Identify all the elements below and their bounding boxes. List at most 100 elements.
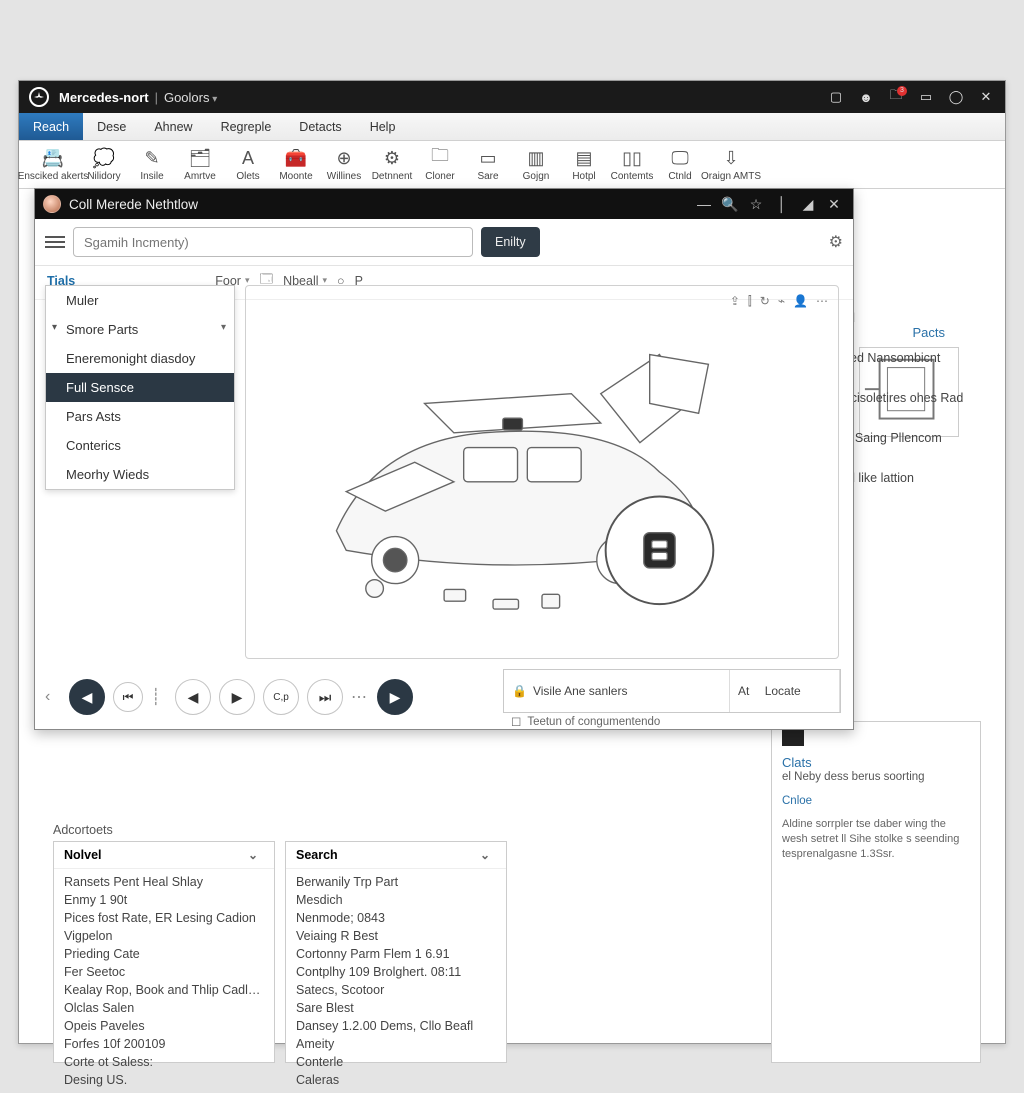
list-item[interactable]: Nenmode; 0843	[296, 909, 496, 927]
panel-link[interactable]: Cnloe	[772, 794, 980, 818]
step-back-button[interactable]: ◀	[175, 679, 211, 715]
list-item[interactable]: Desing US.	[64, 1071, 264, 1089]
loop-button[interactable]: C,p	[263, 679, 299, 715]
refresh-icon[interactable]: ↻	[760, 294, 770, 309]
tool-oraign[interactable]: ⇩Oraign AMTS	[705, 145, 757, 184]
tool-enscribed[interactable]: 📇Ensciked akerts	[27, 145, 79, 184]
skip-back-button[interactable]: ⏮	[113, 682, 143, 712]
bolt-icon[interactable]: ⌁	[778, 294, 785, 309]
locate-right[interactable]: At Locate	[730, 670, 840, 712]
inner-title-text: Coll Merede Nethtlow	[69, 197, 198, 212]
list-item[interactable]: Satecs, Scotoor	[296, 981, 496, 999]
list-item[interactable]: Fer Seetoc	[64, 963, 264, 981]
list-item[interactable]: Conterle	[296, 1053, 496, 1071]
side-menu-item[interactable]: Smore Parts	[46, 315, 234, 344]
tool-willines[interactable]: ⊕Willines	[321, 145, 367, 184]
close-icon[interactable]: ✕	[821, 191, 847, 217]
screen-icon[interactable]: ▢	[823, 84, 849, 110]
tool-contents[interactable]: ▯▯Contemts	[609, 145, 655, 184]
list-item[interactable]: Olclas Salen	[64, 999, 264, 1017]
list-item[interactable]: Cortonny Parm Flem 1 6.91	[296, 945, 496, 963]
diagram-canvas[interactable]: ⇪ ⫿ ↻ ⌁ 👤 ⋯	[245, 285, 839, 659]
settings-icon[interactable]: ⚙	[829, 232, 843, 252]
divider-icon: │	[769, 191, 795, 217]
prev-button[interactable]: ◀	[69, 679, 105, 715]
font-icon: A	[237, 147, 259, 169]
hamburger-icon[interactable]	[45, 236, 65, 248]
tool-nilidory[interactable]: 💭Nilidory	[81, 145, 127, 184]
folder-icon: 🗂	[189, 147, 211, 169]
list-item[interactable]: Caleras	[296, 1071, 496, 1089]
tool-detnnent[interactable]: ⚙Detnnent	[369, 145, 415, 184]
list-item[interactable]: Enmy 1 90t	[64, 891, 264, 909]
list-item[interactable]: Contplhy 109 Brolghert. 08:11	[296, 963, 496, 981]
tool-gojgn[interactable]: ▥Gojgn	[513, 145, 559, 184]
panel-body: Berwanily Trp PartMesdichNenmode; 0843Ve…	[286, 869, 506, 1093]
skip-fwd-button[interactable]: ⏭	[307, 679, 343, 715]
minimize-icon[interactable]: —	[691, 191, 717, 217]
tool-moonte[interactable]: 🧰Moonte	[273, 145, 319, 184]
tool-sare[interactable]: ▭Sare	[465, 145, 511, 184]
collapse-icon[interactable]: ⌄	[248, 848, 264, 862]
list-item[interactable]: Sare Blest	[296, 999, 496, 1017]
list-item[interactable]: Veiaing R Best	[296, 927, 496, 945]
menu-reach[interactable]: Reach	[19, 113, 83, 140]
list-item[interactable]: Ransets Pent Heal Shlay	[64, 873, 264, 891]
side-menu-item[interactable]: Muler	[46, 286, 234, 315]
inner-window: Coll Merede Nethtlow — 🔍 ☆ │ ◢ ✕ Enilty …	[34, 188, 854, 730]
more-icon[interactable]: ⋯	[351, 687, 369, 707]
maximize-icon[interactable]: ◯	[943, 84, 969, 110]
list-item[interactable]: Corte ot Saless:	[64, 1053, 264, 1071]
signal-icon[interactable]: ◢	[795, 191, 821, 217]
tool-hotpl[interactable]: ▤Hotpl	[561, 145, 607, 184]
list-item[interactable]: Ameity	[296, 1035, 496, 1053]
tool-ctnld[interactable]: 🖵Ctnld	[657, 145, 703, 184]
list-item[interactable]: Berwanily Trp Part	[296, 873, 496, 891]
side-menu-item[interactable]: Full Sensce	[46, 373, 234, 402]
menu-help[interactable]: Help	[356, 113, 410, 140]
inner-toolbar: Enilty ⚙	[35, 219, 853, 266]
play-button[interactable]: ▶	[219, 679, 255, 715]
list-item[interactable]: Opeis Paveles	[64, 1017, 264, 1035]
list-item[interactable]: Forfes 10f 200109	[64, 1035, 264, 1053]
search-input[interactable]	[73, 227, 473, 257]
list-item[interactable]: Mesdich	[296, 891, 496, 909]
search-icon[interactable]: 🔍	[717, 191, 743, 217]
list-item[interactable]: Kealay Rop, Book and Thlip Cadlery	[64, 981, 264, 999]
menu-dese[interactable]: Dese	[83, 113, 140, 140]
panel-nolvel: Nolvel⌄ Ransets Pent Heal ShlayEnmy 1 90…	[53, 841, 275, 1063]
list-item[interactable]: Pices fost Rate, ER Lesing Cadion	[64, 909, 264, 927]
side-menu-item[interactable]: Meorhy Wieds	[46, 460, 234, 489]
locate-left[interactable]: 🔒Visile Ane sanlers	[504, 670, 730, 712]
bg-right-column: ed itled Nansombicnt it cisoletires ohes…	[841, 311, 981, 511]
notifications-icon[interactable]: 🗀3	[883, 84, 909, 110]
side-menu-item[interactable]: Pars Asts	[46, 402, 234, 431]
entity-button[interactable]: Enilty	[481, 227, 540, 257]
side-menu-item[interactable]: Conterics	[46, 431, 234, 460]
menu-detacts[interactable]: Detacts	[285, 113, 355, 140]
tool-amrtve[interactable]: 🗂Amrtve	[177, 145, 223, 184]
more-icon[interactable]: ⋯	[816, 294, 828, 309]
canvas-tools: ⇪ ⫿ ↻ ⌁ 👤 ⋯	[730, 294, 828, 309]
next-button[interactable]: ▶	[377, 679, 413, 715]
close-icon[interactable]: ✕	[973, 84, 999, 110]
star-icon[interactable]: ☆	[743, 191, 769, 217]
collapse-icon[interactable]: ⌄	[480, 848, 496, 862]
tool-cloner[interactable]: 🗀Cloner	[417, 145, 463, 184]
tool-olets[interactable]: AOlets	[225, 145, 271, 184]
list-item[interactable]: Dansey 1.2.00 Dems, Cllo Beafl	[296, 1017, 496, 1035]
bars-icon[interactable]: ⫿	[748, 294, 752, 309]
menu-ahnew[interactable]: Ahnew	[140, 113, 206, 140]
help-icon[interactable]: ☻	[853, 84, 879, 110]
minimize-icon[interactable]: ▭	[913, 84, 939, 110]
chevron-left-icon[interactable]: ‹	[45, 688, 61, 706]
side-menu-item[interactable]: Eneremonight diasdoy	[46, 344, 234, 373]
monitor-icon: 🖵	[669, 147, 691, 169]
upload-icon[interactable]: ⇪	[730, 294, 740, 309]
menu-regreple[interactable]: Regreple	[207, 113, 286, 140]
app-switcher[interactable]: Goolors	[164, 90, 217, 105]
list-item[interactable]: Vigpelon	[64, 927, 264, 945]
tool-insile[interactable]: ✎Insile	[129, 145, 175, 184]
user-icon[interactable]: 👤	[793, 294, 808, 309]
list-item[interactable]: Prieding Cate	[64, 945, 264, 963]
